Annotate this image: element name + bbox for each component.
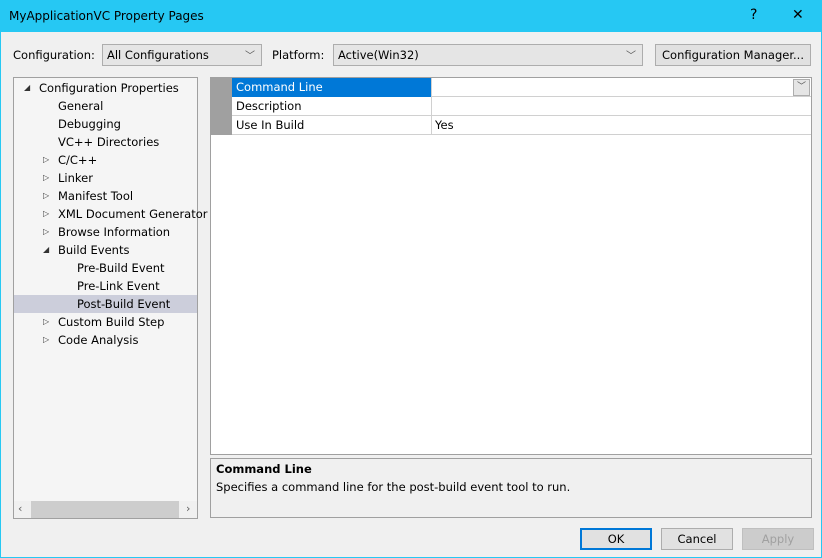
tree-item-label: Manifest Tool	[58, 189, 134, 203]
expand-icon[interactable]: ▷	[43, 331, 49, 349]
tree-item[interactable]: ▷ Linker	[14, 169, 197, 187]
property-value[interactable]: Yes	[432, 116, 811, 135]
tree-item-label: Browse Information	[58, 225, 171, 239]
tree-item-label: Pre-Link Event	[77, 279, 160, 293]
tree-item[interactable]: Post-Build Event	[14, 295, 197, 313]
property-name: Description	[232, 97, 432, 116]
tree-item-label: Pre-Build Event	[77, 261, 165, 275]
tree-item-label: Debugging	[58, 117, 121, 131]
property-value[interactable]	[432, 97, 811, 116]
tree-item[interactable]: ▷ Browse Information	[14, 223, 197, 241]
horizontal-scrollbar[interactable]: ‹ ›	[14, 501, 197, 518]
help-button[interactable]: ?	[750, 7, 757, 23]
collapse-icon[interactable]: ◢	[24, 79, 30, 97]
property-value[interactable]	[432, 78, 811, 97]
expand-icon[interactable]: ▷	[43, 223, 49, 241]
tree-item-label: Build Events	[58, 243, 130, 257]
property-name: Command Line	[232, 78, 432, 97]
expand-icon[interactable]: ▷	[43, 205, 49, 223]
chevron-down-icon: ﹀	[245, 51, 255, 62]
scroll-left-icon[interactable]: ‹	[18, 502, 22, 515]
expand-icon[interactable]: ▷	[43, 151, 49, 169]
tree-item[interactable]: VC++ Directories	[14, 133, 197, 151]
tree-item-label: C/C++	[58, 153, 98, 167]
tree-item-label: Code Analysis	[58, 333, 139, 347]
collapse-icon[interactable]: ◢	[43, 241, 49, 259]
property-grid: Command Line ﹀ Description Use In Build Yes	[210, 77, 812, 455]
close-button[interactable]: ✕	[792, 7, 804, 23]
tree-item-label: General	[58, 99, 104, 113]
description-title: Command Line	[216, 462, 312, 476]
scroll-right-icon[interactable]: ›	[186, 502, 190, 515]
tree-item-label: XML Document Generator	[58, 207, 208, 221]
expand-icon[interactable]: ▷	[43, 313, 49, 331]
tree-item-label: Custom Build Step	[58, 315, 165, 329]
grid-gutter	[211, 78, 232, 135]
tree-item[interactable]: ▷ XML Document Generator	[14, 205, 208, 223]
apply-button[interactable]: Apply	[742, 528, 814, 550]
platform-value: Active(Win32)	[338, 48, 419, 62]
property-tree: ‹ › ◢ Configuration Properties General Debu…	[13, 77, 208, 519]
tree-item[interactable]: ▷ C/C++	[14, 151, 197, 169]
tree-item[interactable]: ◢ Configuration Properties	[14, 79, 197, 97]
platform-select[interactable]: Active(Win32) ﹀	[333, 44, 643, 66]
tree-item-label: Configuration Properties	[39, 81, 179, 95]
tree-item[interactable]: ▷ Code Analysis	[14, 331, 197, 349]
scrollbar-thumb[interactable]	[31, 501, 179, 518]
configuration-manager-button[interactable]: Configuration Manager...	[655, 44, 811, 66]
description-text: Specifies a command line for the post-bu…	[216, 480, 571, 494]
expand-icon[interactable]: ▷	[43, 187, 49, 205]
description-panel: Command Line Specifies a command line fo…	[210, 458, 812, 518]
tree-item[interactable]: ◢ Build Events	[14, 241, 197, 259]
property-name: Use In Build	[232, 116, 432, 135]
tree-item-label: VC++ Directories	[58, 135, 160, 149]
dropdown-button[interactable]: ﹀	[793, 79, 810, 96]
tree-item[interactable]: Debugging	[14, 115, 197, 133]
tree-item[interactable]: Pre-Link Event	[14, 277, 197, 295]
property-row[interactable]: Use In Build Yes	[232, 116, 811, 135]
tree-item-label: Linker	[58, 171, 93, 185]
configuration-value: All Configurations	[107, 48, 209, 62]
expand-icon[interactable]: ▷	[43, 169, 49, 187]
tree-item[interactable]: General	[14, 97, 197, 115]
configuration-label: Configuration:	[13, 48, 95, 62]
window-title: MyApplicationVC Property Pages	[9, 9, 204, 23]
tree-item[interactable]: ▷ Manifest Tool	[14, 187, 197, 205]
platform-label: Platform:	[272, 48, 325, 62]
configuration-select[interactable]: All Configurations ﹀	[102, 44, 262, 66]
ok-button[interactable]: OK	[580, 528, 652, 550]
tree-item[interactable]: ▷ Custom Build Step	[14, 313, 197, 331]
tree-item[interactable]: Pre-Build Event	[14, 259, 197, 277]
cancel-button[interactable]: Cancel	[661, 528, 733, 550]
property-row[interactable]: Command Line ﹀	[232, 78, 811, 97]
tree-item-label: Post-Build Event	[77, 297, 171, 311]
chevron-down-icon: ﹀	[626, 51, 636, 62]
property-row[interactable]: Description	[232, 97, 811, 116]
